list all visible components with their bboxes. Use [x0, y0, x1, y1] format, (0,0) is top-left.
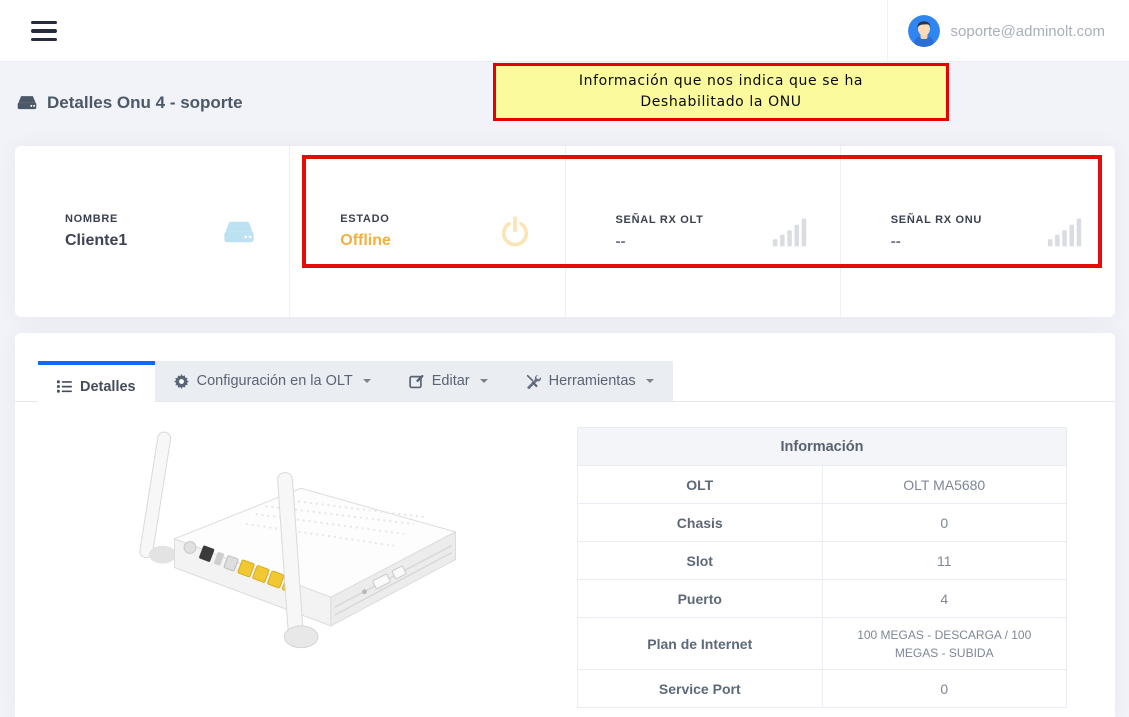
row-value: 0 — [822, 504, 1067, 542]
informacion-table: Información OLT OLT MA5680 Chasis 0 Slot… — [577, 427, 1067, 708]
row-value: 11 — [822, 542, 1067, 580]
hdd-icon — [221, 214, 257, 250]
annotation-line-2: Deshabilitado la ONU — [640, 92, 801, 113]
stat-estado-label: ESTADO — [340, 213, 391, 225]
power-icon — [497, 214, 533, 250]
table-header-row: Información — [578, 428, 1067, 466]
table-row: OLT OLT MA5680 — [578, 466, 1067, 504]
user-menu[interactable]: soporte@adminolt.com — [887, 0, 1111, 62]
signal-bars-icon — [772, 214, 808, 250]
user-email: soporte@adminolt.com — [951, 23, 1105, 40]
row-label: Slot — [578, 542, 823, 580]
edit-icon — [409, 374, 424, 389]
row-label: Puerto — [578, 580, 823, 618]
row-value: 100 MEGAS - DESCARGA / 100 MEGAS - SUBID… — [822, 618, 1067, 670]
page-title: Detalles Onu 4 - soporte — [47, 93, 243, 113]
row-label: Chasis — [578, 504, 823, 542]
stat-estado-value: Offline — [340, 232, 391, 250]
list-icon — [57, 379, 72, 394]
onu-device-icon — [16, 92, 38, 114]
tools-icon — [526, 374, 541, 389]
tab-editar[interactable]: Editar — [390, 361, 507, 401]
stat-senal-rx-olt-value: -- — [616, 233, 704, 250]
row-value: 4 — [822, 580, 1067, 618]
stat-nombre-label: NOMBRE — [65, 213, 127, 225]
stat-senal-rx-onu-label: SEÑAL RX ONU — [891, 214, 982, 226]
tab-editar-label: Editar — [432, 373, 470, 389]
annotation-callout: Información que nos indica que se ha Des… — [493, 63, 949, 121]
page-title-row: Detalles Onu 4 - soporte — [16, 92, 243, 114]
chevron-down-icon — [363, 379, 371, 383]
tab-configuracion-olt-label: Configuración en la OLT — [197, 373, 353, 389]
tab-detalles-label: Detalles — [80, 379, 136, 395]
stat-senal-rx-olt-label: SEÑAL RX OLT — [616, 214, 704, 226]
chevron-down-icon — [646, 379, 654, 383]
stat-senal-rx-olt: SEÑAL RX OLT -- — [565, 146, 840, 317]
annotation-line-1: Información que nos indica que se ha — [579, 71, 863, 92]
table-row: Plan de Internet 100 MEGAS - DESCARGA / … — [578, 618, 1067, 670]
onu-product-image — [100, 423, 530, 710]
row-label: Plan de Internet — [578, 618, 823, 670]
tab-detalles[interactable]: Detalles — [38, 361, 155, 408]
signal-bars-icon — [1047, 214, 1083, 250]
row-label: OLT — [578, 466, 823, 504]
table-row: Chasis 0 — [578, 504, 1067, 542]
row-value: 0 — [822, 670, 1067, 708]
tab-bar: Detalles Configuración en la OLT — [15, 355, 1115, 402]
stat-estado: ESTADO Offline — [289, 146, 564, 317]
stat-senal-rx-onu: SEÑAL RX ONU -- — [840, 146, 1115, 317]
stat-senal-rx-onu-value: -- — [891, 233, 982, 250]
table-row: Slot 11 — [578, 542, 1067, 580]
gear-icon — [174, 374, 189, 389]
chevron-down-icon — [480, 379, 488, 383]
tab-configuracion-olt[interactable]: Configuración en la OLT — [155, 361, 390, 401]
stat-nombre: NOMBRE Cliente1 — [15, 146, 289, 317]
table-title: Información — [578, 428, 1067, 466]
table-row: Service Port 0 — [578, 670, 1067, 708]
tab-herramientas[interactable]: Herramientas — [507, 361, 673, 401]
row-label: Service Port — [578, 670, 823, 708]
top-bar: soporte@adminolt.com — [0, 0, 1129, 62]
table-row: Puerto 4 — [578, 580, 1067, 618]
avatar — [908, 15, 940, 47]
tab-herramientas-label: Herramientas — [549, 373, 636, 389]
menu-hamburger-icon[interactable] — [31, 21, 57, 41]
stat-nombre-value: Cliente1 — [65, 232, 127, 250]
onu-summary-card: NOMBRE Cliente1 ESTADO Offline SEÑAL RX — [15, 146, 1115, 317]
row-value: OLT MA5680 — [822, 466, 1067, 504]
